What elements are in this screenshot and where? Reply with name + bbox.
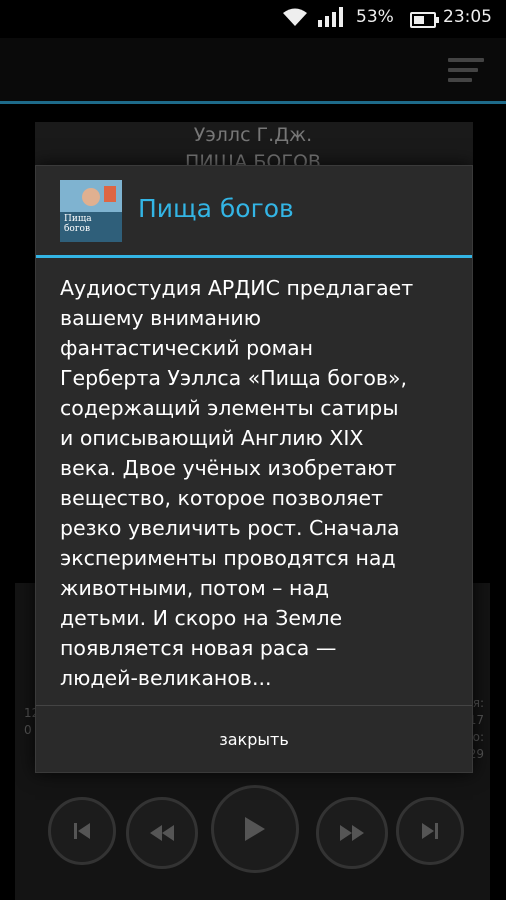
fast-forward-button[interactable] <box>316 797 388 869</box>
menu-icon[interactable] <box>448 58 484 82</box>
wifi-icon <box>283 8 307 26</box>
battery-percent: 53% <box>356 7 394 27</box>
signal-icon <box>318 7 343 27</box>
dialog-title-divider <box>36 255 472 258</box>
dialog-title: Пища богов <box>138 194 294 223</box>
status-bar: 53% 23:05 <box>0 0 506 38</box>
rewind-icon <box>150 825 174 841</box>
book-author: Уэллс Г.Дж. <box>193 124 313 146</box>
action-bar <box>0 38 506 101</box>
battery-icon <box>410 12 439 28</box>
close-button[interactable]: закрыть <box>36 706 472 772</box>
dialog-header: Пища богов Пища богов <box>36 166 472 255</box>
play-button[interactable] <box>211 785 299 873</box>
play-icon <box>245 817 265 841</box>
dialog-description: Аудиостудия АРДИС предлагает вашему вним… <box>60 276 414 690</box>
rewind-button[interactable] <box>126 797 198 869</box>
fast-forward-icon <box>340 825 364 841</box>
action-bar-divider <box>0 101 506 104</box>
skip-previous-icon <box>74 823 90 839</box>
book-description-dialog: Пища богов Пища богов Аудиостудия АРДИС … <box>35 165 473 773</box>
clock: 23:05 <box>443 7 492 27</box>
skip-next-icon <box>422 823 438 839</box>
skip-previous-button[interactable] <box>48 797 116 865</box>
book-cover-image: Пища богов <box>60 180 122 242</box>
skip-next-button[interactable] <box>396 797 464 865</box>
